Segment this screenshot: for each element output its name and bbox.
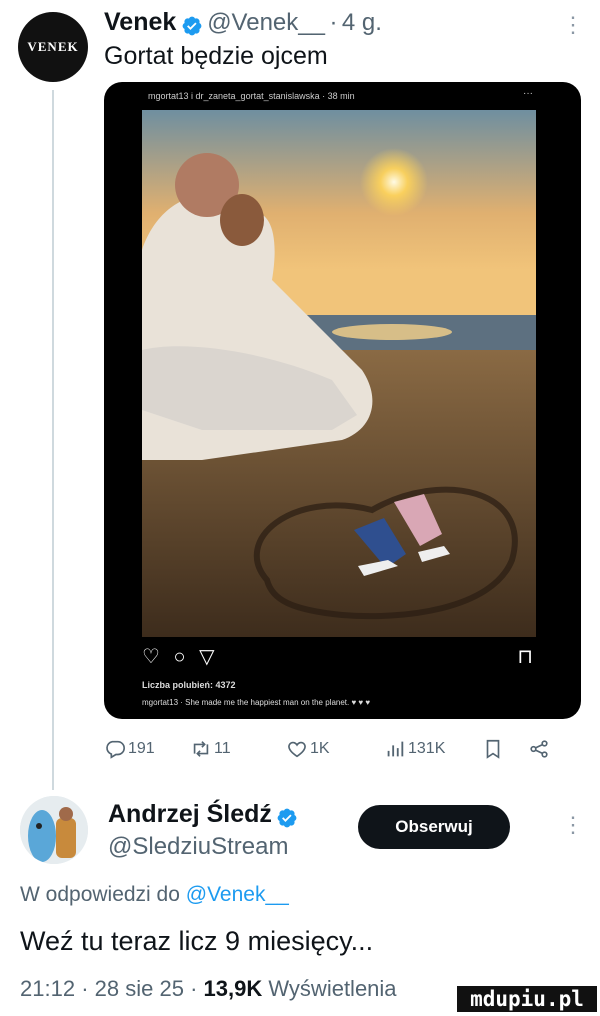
ig-likes: Liczba polubień: 4372 xyxy=(142,680,236,690)
handle[interactable]: @SledziuStream xyxy=(108,833,288,861)
views-count: 13,9K xyxy=(203,976,263,1001)
bookmark-icon: ⊓ xyxy=(517,646,533,668)
bookmark-button[interactable] xyxy=(482,738,528,760)
reply-button[interactable]: 191 xyxy=(104,738,190,760)
avatar-label: VENEK xyxy=(27,39,79,54)
reply-count: 191 xyxy=(128,740,155,757)
meta-separator: · xyxy=(81,976,89,1001)
ig-menu-icon: ··· xyxy=(523,88,533,99)
tweet-header: Andrzej Śledź xyxy=(108,800,298,829)
like-count: 1K xyxy=(310,740,330,757)
comment-icon: ○ xyxy=(173,646,186,668)
avatar-image xyxy=(20,796,88,864)
time-separator: · xyxy=(329,9,338,36)
reply-handle-link[interactable]: @Venek__ xyxy=(186,883,289,906)
tweet-actions: 191 11 1K 131K xyxy=(104,732,574,766)
avatar[interactable]: VENEK xyxy=(18,12,88,82)
display-name[interactable]: Andrzej Śledź xyxy=(108,800,272,828)
more-icon[interactable]: ⋮ xyxy=(562,812,584,838)
reply-context: W odpowiedzi do @Venek__ xyxy=(20,883,289,907)
tweet-text: Weź tu teraz licz 9 miesięcy... xyxy=(20,926,374,956)
send-icon: ▽ xyxy=(199,646,215,668)
retweet-icon xyxy=(193,741,209,757)
thread-line xyxy=(52,90,54,790)
ig-header: mgortat13 i dr_zaneta_gortat_stanislawsk… xyxy=(104,82,581,110)
beach-photo xyxy=(142,110,536,637)
like-icon xyxy=(288,741,306,758)
tweet-text: Gortat będzie ojcem xyxy=(104,42,328,70)
meta-separator: · xyxy=(190,976,198,1001)
reply-icon xyxy=(106,740,125,759)
watermark-logo: mdupiu.pl xyxy=(455,984,599,1014)
bookmark-icon xyxy=(486,739,500,759)
tweet-header: Venek @Venek__ · 4 g. xyxy=(104,8,382,37)
reply-prefix: W odpowiedzi do xyxy=(20,883,180,906)
tweet-media[interactable]: mgortat13 i dr_zaneta_gortat_stanislawsk… xyxy=(104,82,581,719)
heart-icon: ♡ xyxy=(142,646,160,668)
avatar[interactable] xyxy=(20,796,88,864)
views-icon xyxy=(387,741,404,757)
ig-actions: ♡ ○ ▽ xyxy=(142,644,215,669)
share-icon xyxy=(530,740,548,758)
timestamp[interactable]: 4 g. xyxy=(342,9,382,36)
like-button[interactable]: 1K xyxy=(286,738,384,760)
handle[interactable]: @Venek__ xyxy=(207,9,325,36)
ig-header-text: mgortat13 i dr_zaneta_gortat_stanislawsk… xyxy=(148,91,355,101)
retweet-count: 11 xyxy=(214,740,231,757)
ig-caption: mgortat13 · She made me the happiest man… xyxy=(142,698,371,707)
retweet-button[interactable]: 11 xyxy=(190,738,286,760)
timestamp[interactable]: 21:12 xyxy=(20,976,75,1001)
verified-icon xyxy=(182,16,202,36)
share-button[interactable] xyxy=(528,738,550,760)
views-button[interactable]: 131K xyxy=(384,738,482,760)
tweet-meta: 21:12 · 28 sie 25 · 13,9K Wyświetlenia xyxy=(20,976,397,1002)
verified-icon xyxy=(277,808,297,828)
display-name[interactable]: Venek xyxy=(104,8,176,36)
follow-button[interactable]: Obserwuj xyxy=(358,805,510,849)
views-label: Wyświetlenia xyxy=(268,976,397,1001)
views-count: 131K xyxy=(408,740,446,757)
more-icon[interactable]: ⋮ xyxy=(562,12,584,38)
date[interactable]: 28 sie 25 xyxy=(95,976,184,1001)
